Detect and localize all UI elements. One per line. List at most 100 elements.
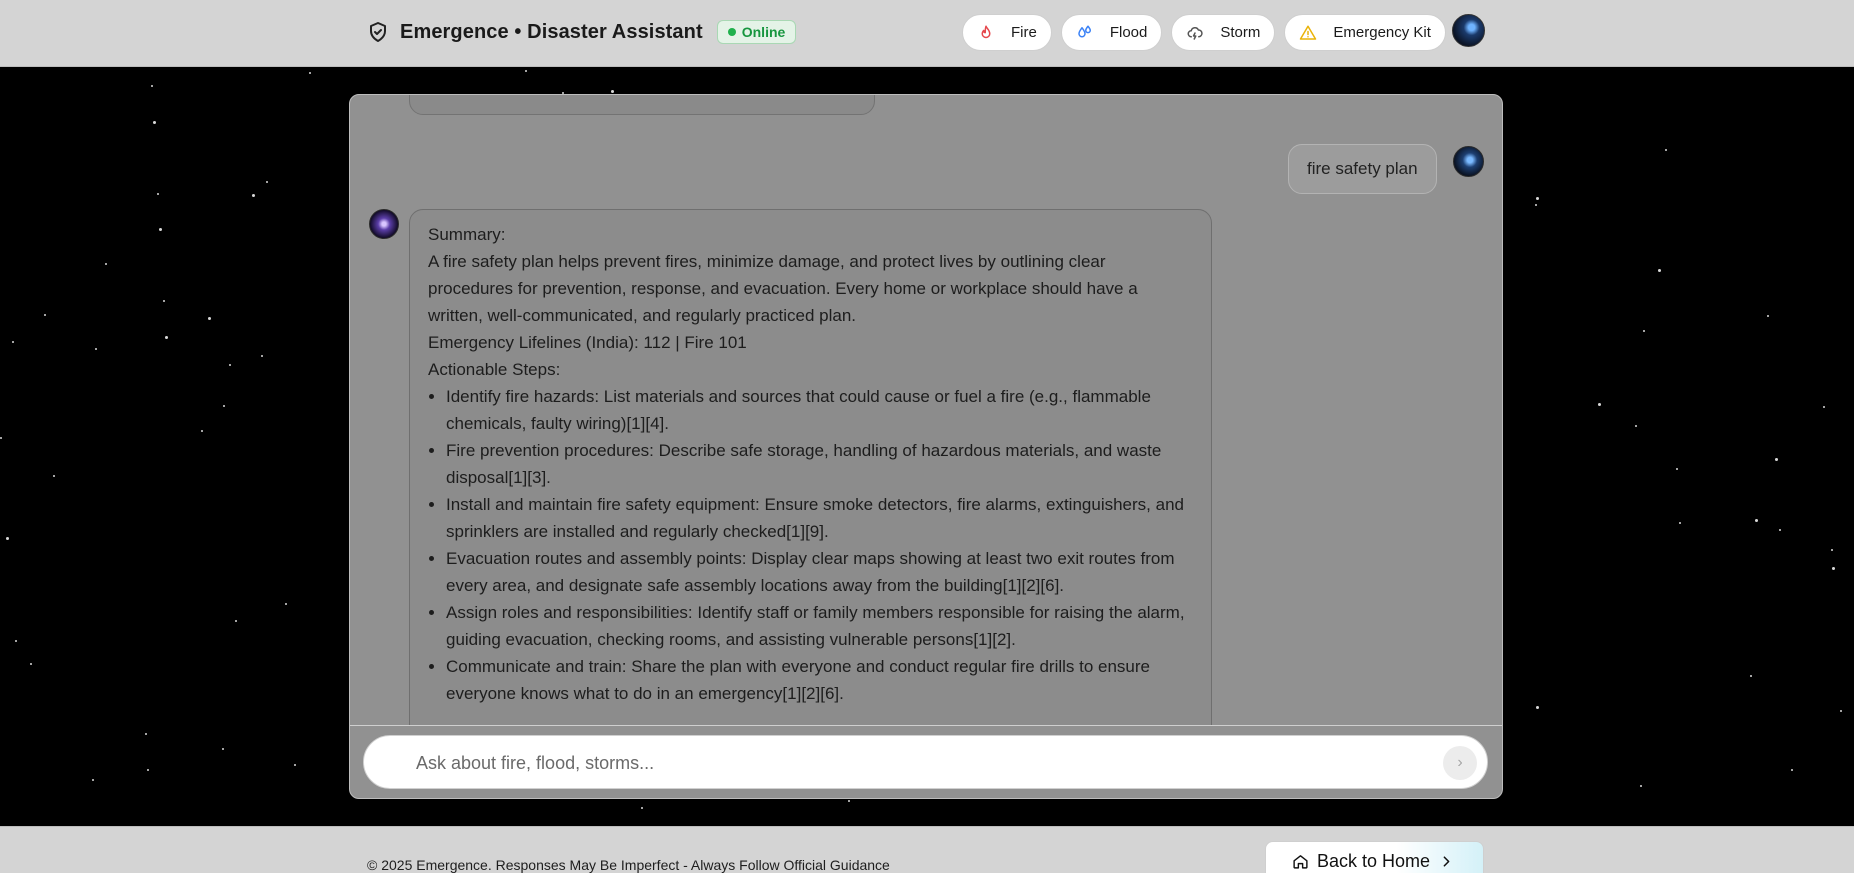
star bbox=[0, 437, 2, 439]
status-label: Online bbox=[741, 24, 786, 40]
summary-text: A fire safety plan helps prevent fires, … bbox=[428, 252, 1138, 325]
star bbox=[151, 85, 153, 87]
star bbox=[309, 72, 311, 74]
top-header: Emergence • Disaster Assistant Online Fi… bbox=[0, 0, 1854, 67]
home-icon bbox=[1292, 853, 1309, 870]
star bbox=[266, 181, 268, 183]
nav-emergency-kit-label: Emergency Kit bbox=[1333, 24, 1431, 41]
droplets-icon bbox=[1076, 24, 1094, 42]
nav-storm-label: Storm bbox=[1220, 24, 1261, 41]
chevron-right-icon: › bbox=[1457, 754, 1463, 771]
nav-flood-button[interactable]: Flood bbox=[1060, 14, 1163, 51]
list-item: Assign roles and responsibilities: Ident… bbox=[446, 599, 1193, 653]
star bbox=[1823, 406, 1825, 408]
back-to-home-label: Back to Home bbox=[1317, 850, 1431, 871]
star bbox=[1536, 197, 1539, 200]
star bbox=[641, 807, 643, 809]
star bbox=[1640, 785, 1642, 787]
steps-heading: Actionable Steps: bbox=[428, 360, 561, 379]
nav-fire-button[interactable]: Fire bbox=[962, 14, 1052, 51]
star bbox=[1679, 522, 1681, 524]
star bbox=[1750, 675, 1752, 677]
user-message-bubble: fire safety plan bbox=[1288, 144, 1437, 194]
star bbox=[294, 764, 296, 766]
star bbox=[1791, 769, 1793, 771]
star bbox=[163, 300, 165, 302]
star bbox=[147, 769, 149, 771]
star bbox=[235, 620, 237, 622]
star bbox=[1598, 403, 1601, 406]
list-item: Fire prevention procedures: Describe saf… bbox=[446, 437, 1193, 491]
star bbox=[1535, 204, 1537, 206]
summary-heading: Summary: bbox=[428, 225, 506, 244]
warning-triangle-icon bbox=[1299, 24, 1317, 42]
star bbox=[95, 348, 97, 350]
star bbox=[12, 341, 14, 343]
nav-storm-button[interactable]: Storm bbox=[1171, 14, 1276, 51]
star bbox=[1832, 567, 1835, 570]
star bbox=[1775, 458, 1778, 461]
star bbox=[848, 800, 850, 802]
star bbox=[261, 355, 263, 357]
nav-fire-label: Fire bbox=[1011, 24, 1037, 41]
star bbox=[201, 430, 203, 432]
star bbox=[223, 405, 225, 407]
star bbox=[105, 263, 107, 265]
composer-divider bbox=[350, 725, 1502, 726]
star bbox=[525, 70, 527, 72]
list-item: Identify fire hazards: List materials an… bbox=[446, 383, 1193, 437]
message-list[interactable]: fire safety plan Summary: A fire safety … bbox=[350, 95, 1502, 725]
emergency-lifelines: Emergency Lifelines (India): 112 | Fire … bbox=[428, 333, 747, 352]
star bbox=[1676, 468, 1678, 470]
star bbox=[1831, 549, 1833, 551]
list-item: Communicate and train: Share the plan wi… bbox=[446, 653, 1193, 707]
star bbox=[30, 663, 32, 665]
star bbox=[157, 193, 159, 195]
star bbox=[1665, 149, 1667, 151]
star bbox=[208, 317, 211, 320]
list-item: Evacuation routes and assembly points: D… bbox=[446, 545, 1193, 599]
star bbox=[1840, 710, 1842, 712]
topic-nav: Fire Flood Storm Emergency Kit bbox=[962, 14, 1446, 51]
copyright-text: © 2025 Emergence. Responses May Be Imper… bbox=[367, 857, 890, 873]
footer: © 2025 Emergence. Responses May Be Imper… bbox=[0, 826, 1854, 873]
send-button[interactable]: › bbox=[1443, 746, 1477, 780]
star bbox=[222, 748, 224, 750]
star bbox=[611, 90, 614, 93]
nav-flood-label: Flood bbox=[1109, 24, 1148, 41]
previous-message-bubble bbox=[409, 95, 875, 115]
star bbox=[1779, 529, 1781, 531]
flame-icon bbox=[977, 24, 995, 42]
assistant-message-bubble: Summary: A fire safety plan helps preven… bbox=[409, 209, 1212, 725]
user-avatar[interactable] bbox=[1452, 14, 1485, 47]
star bbox=[44, 314, 46, 316]
chat-input[interactable] bbox=[416, 748, 1416, 778]
steps-list: Identify fire hazards: List materials an… bbox=[428, 383, 1193, 707]
chevron-right-icon bbox=[1438, 853, 1455, 870]
star bbox=[285, 603, 287, 605]
star bbox=[92, 779, 94, 781]
star bbox=[159, 228, 162, 231]
star bbox=[6, 537, 9, 540]
nav-emergency-kit-button[interactable]: Emergency Kit bbox=[1284, 14, 1446, 51]
list-item: Install and maintain fire safety equipme… bbox=[446, 491, 1193, 545]
app-title: Emergence • Disaster Assistant bbox=[400, 20, 703, 43]
status-badge: Online bbox=[716, 20, 797, 44]
star bbox=[1635, 425, 1637, 427]
user-message-text: fire safety plan bbox=[1307, 159, 1418, 178]
star bbox=[53, 475, 55, 477]
star bbox=[1658, 269, 1661, 272]
star bbox=[1755, 519, 1758, 522]
star bbox=[252, 194, 255, 197]
brand: Emergence • Disaster Assistant Online bbox=[366, 20, 797, 44]
assistant-avatar bbox=[369, 209, 399, 239]
star bbox=[145, 733, 147, 735]
user-message-avatar bbox=[1453, 146, 1484, 177]
back-to-home-button[interactable]: Back to Home bbox=[1265, 841, 1484, 873]
star bbox=[1643, 330, 1645, 332]
chat-panel: fire safety plan Summary: A fire safety … bbox=[349, 94, 1503, 799]
star bbox=[153, 121, 156, 124]
cloud-lightning-icon bbox=[1186, 24, 1204, 42]
composer: › bbox=[363, 735, 1488, 789]
shield-icon bbox=[366, 20, 390, 44]
